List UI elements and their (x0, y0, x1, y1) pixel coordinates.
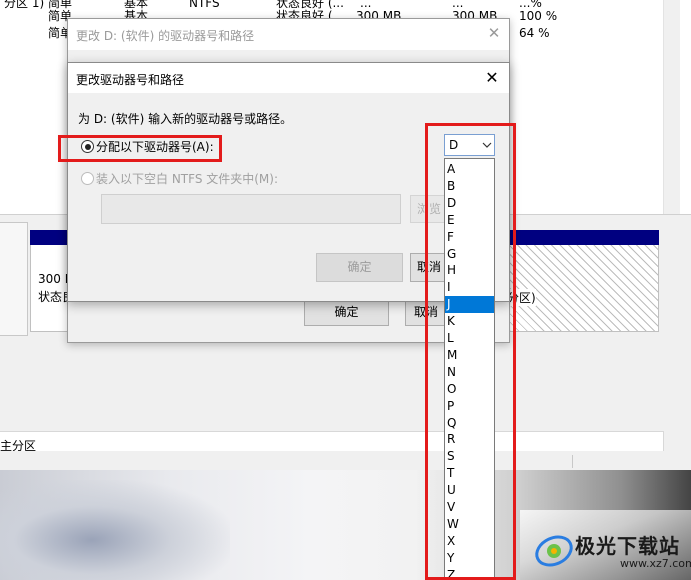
disk-label[interactable] (0, 222, 28, 336)
legend-bar (0, 431, 664, 453)
ok-button[interactable]: 确定 (316, 253, 403, 282)
volume-name: 分区 1) (4, 0, 45, 10)
annotation-highlight-box (425, 123, 516, 580)
dialog-title: 更改 D: (软件) 的驱动器号和路径 (76, 29, 255, 43)
volume-block-header (493, 230, 659, 245)
mount-folder-label[interactable]: 装入以下空白 NTFS 文件夹中(M): (96, 170, 278, 187)
watermark-url: www.xz7.com (620, 557, 691, 570)
annotation-highlight-box (58, 135, 222, 162)
aurora-logo-icon (535, 535, 573, 567)
close-icon[interactable]: ✕ (484, 23, 504, 43)
desktop-background-detail (0, 480, 230, 580)
instruction-text: 为 D: (软件) 输入新的驱动器号或路径。 (78, 112, 293, 126)
status-bar (0, 451, 691, 470)
volume-free-pct: 100 % (519, 9, 558, 23)
dialog-title: 更改驱动器号和路径 (76, 73, 185, 87)
disk-pane-scrollbar[interactable] (663, 221, 679, 431)
watermark-brand: 极光下载站 (575, 534, 680, 558)
volume-block-selected[interactable] (493, 230, 659, 332)
mount-path-field[interactable] (101, 194, 401, 224)
status-bar-divider (572, 455, 573, 468)
ok-button[interactable]: 确定 (304, 299, 389, 326)
volume-fs: NTFS (189, 0, 220, 10)
mount-folder-radio[interactable] (81, 172, 94, 185)
volume-free-pct: 64 % (519, 26, 550, 40)
close-icon[interactable]: ✕ (480, 67, 504, 89)
volume-list-scrollbar[interactable] (663, 0, 680, 215)
